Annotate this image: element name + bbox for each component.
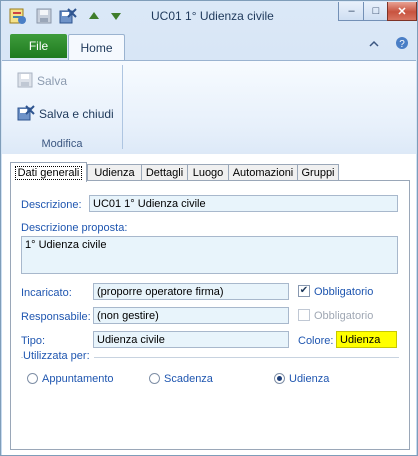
tab-udienza[interactable]: Udienza — [87, 164, 142, 181]
tab-luogo[interactable]: Luogo — [187, 164, 229, 181]
close-button[interactable]: ✕ — [387, 2, 417, 21]
group-label-modifica: Modifica — [41, 138, 83, 150]
group-separator — [122, 65, 123, 149]
responsabile-label: Responsabile: — [21, 311, 91, 323]
save-close-icon[interactable] — [59, 7, 77, 25]
obbligatorio-label-incaricato: Obbligatorio — [314, 286, 374, 298]
tab-dati-generali[interactable]: Dati generali — [10, 162, 87, 182]
radio-scadenza[interactable] — [149, 373, 160, 384]
up-arrow-icon[interactable] — [85, 7, 103, 25]
tab-gruppi[interactable]: Gruppi — [297, 164, 339, 181]
title-bar: UC01 1° Udienza civile – □ ✕ — [1, 1, 417, 31]
tipo-input[interactable]: Udienza civile — [93, 331, 289, 348]
window-title: UC01 1° Udienza civile — [151, 9, 274, 23]
obbligatorio-checkbox-incaricato[interactable]: ✔ — [298, 285, 310, 297]
save-close-button[interactable]: Salva e chiudi — [17, 104, 114, 124]
minimize-button[interactable]: – — [338, 2, 365, 21]
save-close-icon — [17, 104, 35, 125]
form-area: Dati generali Udienza Dettagli Luogo Aut… — [2, 154, 416, 455]
incaricato-input[interactable]: (proporre operatore firma) — [93, 283, 289, 300]
tab-file[interactable]: File — [10, 34, 67, 58]
down-arrow-icon[interactable] — [107, 7, 125, 25]
save-icon[interactable] — [35, 7, 53, 25]
ribbon: Salva Salva e chiudi Modifica — [2, 60, 416, 155]
descrizione-label: Descrizione: — [21, 199, 82, 211]
colore-picker[interactable]: Udienza — [336, 331, 397, 348]
save-close-label: Salva e chiudi — [39, 107, 114, 121]
tipo-label: Tipo: — [21, 335, 46, 347]
radio-udienza-label: Udienza — [289, 373, 330, 385]
descrizione-proposta-label: Descrizione proposta: — [21, 222, 128, 234]
descrizione-input[interactable]: UC01 1° Udienza civile — [89, 195, 398, 212]
tab-panel-dati-generali: Descrizione: UC01 1° Udienza civile Desc… — [10, 180, 410, 450]
save-button[interactable]: Salva — [17, 71, 67, 91]
radio-appuntamento-label: Appuntamento — [42, 373, 114, 385]
save-icon — [17, 72, 33, 91]
colore-label: Colore: — [298, 335, 334, 347]
radio-appuntamento[interactable] — [27, 373, 38, 384]
tab-home[interactable]: Home — [68, 34, 125, 60]
descrizione-proposta-input[interactable]: 1° Udienza civile — [21, 236, 398, 274]
obbligatorio-label-responsabile: Obbligatorio — [314, 310, 374, 322]
tab-automazioni[interactable]: Automazioni — [228, 164, 298, 181]
svg-text:?: ? — [399, 39, 405, 50]
app-icon[interactable] — [9, 7, 27, 25]
app-window: UC01 1° Udienza civile – □ ✕ File Home ?… — [0, 0, 418, 456]
utilizzata-per-title: Utilizzata per: — [23, 350, 94, 362]
help-icon[interactable]: ? — [395, 36, 409, 53]
obbligatorio-checkbox-responsabile[interactable] — [298, 309, 310, 321]
tab-dettagli[interactable]: Dettagli — [141, 164, 188, 181]
responsabile-input[interactable]: (non gestire) — [93, 307, 289, 324]
radio-scadenza-label: Scadenza — [164, 373, 213, 385]
radio-udienza[interactable] — [274, 373, 285, 384]
incaricato-label: Incaricato: — [21, 287, 72, 299]
maximize-button[interactable]: □ — [363, 2, 389, 21]
save-label: Salva — [37, 74, 68, 88]
ribbon-tabs: File Home ? — [1, 34, 417, 60]
collapse-ribbon-icon[interactable] — [369, 38, 379, 52]
